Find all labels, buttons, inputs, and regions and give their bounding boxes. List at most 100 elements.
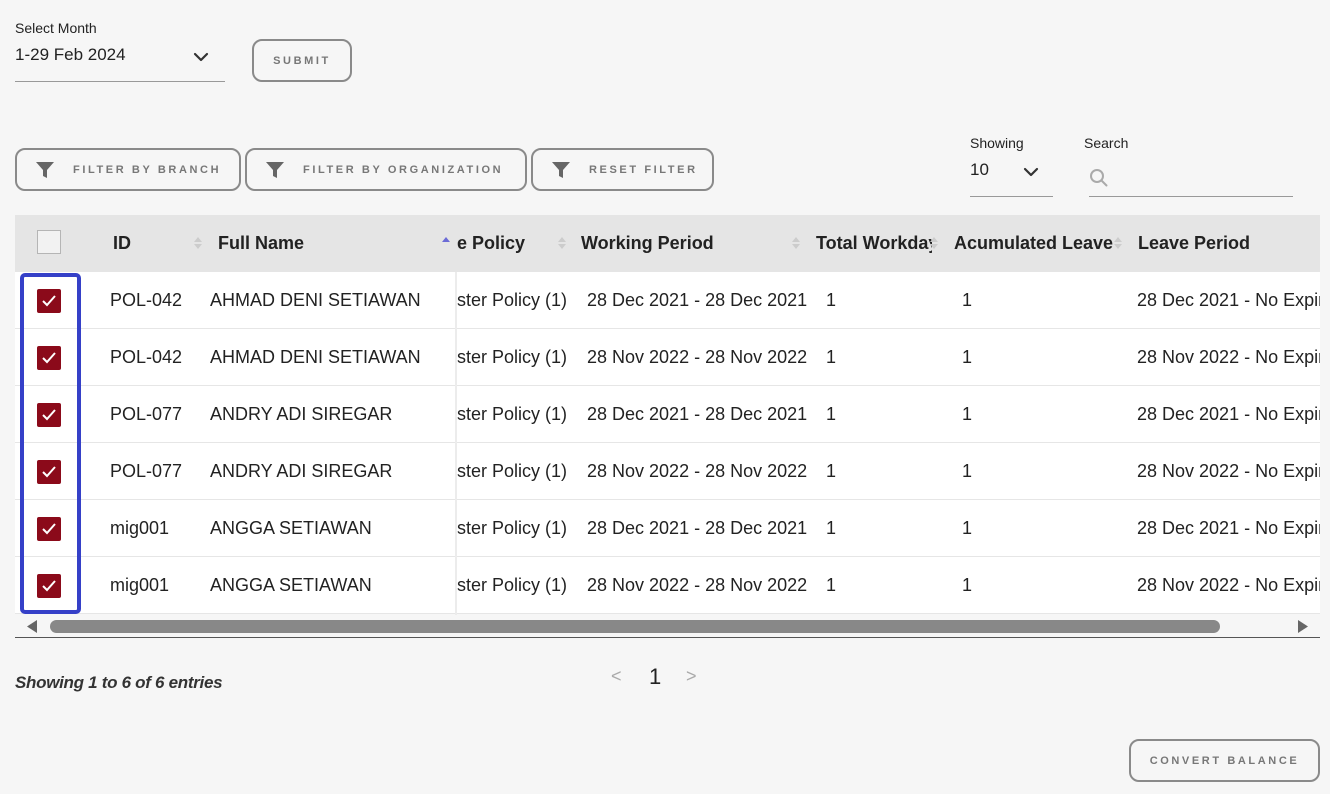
cell-leave-policy: ster Policy (1)	[457, 404, 568, 424]
chevron-down-icon	[193, 52, 209, 62]
sort-icon[interactable]	[193, 235, 203, 251]
search-label: Search	[1084, 135, 1129, 151]
select-month-label: Select Month	[15, 20, 97, 36]
filter-by-organization-label: FILTER BY ORGANIZATION	[303, 163, 504, 176]
check-icon	[42, 295, 56, 307]
cell-leave-policy: ster Policy (1)	[457, 518, 568, 538]
cell-full-name: AHMAD DENI SETIAWAN	[210, 347, 421, 367]
filter-icon	[36, 161, 54, 178]
filter-by-branch-label: FILTER BY BRANCH	[73, 163, 222, 176]
cell-full-name: AHMAD DENI SETIAWAN	[210, 290, 421, 310]
check-icon	[42, 523, 56, 535]
cell-accumulated-leave: 1	[962, 290, 973, 310]
chevron-down-icon	[1023, 167, 1039, 177]
cell-full-name: ANGGA SETIAWAN	[210, 575, 372, 595]
select-all-checkbox[interactable]	[37, 230, 61, 254]
cell-leave-period: 28 Dec 2021 - No Expir	[1137, 290, 1320, 310]
cell-full-name: ANGGA SETIAWAN	[210, 518, 372, 538]
cell-id: POL-077	[110, 461, 183, 481]
cell-total-workday: 1	[826, 461, 837, 481]
horizontal-scrollbar[interactable]	[15, 615, 1320, 638]
table-row[interactable]: POL-042 AHMAD DENI SETIAWAN ster Policy …	[15, 272, 1320, 329]
col-header-leave-policy[interactable]: e Policy	[457, 215, 557, 272]
table-row[interactable]: POL-077 ANDRY ADI SIREGAR ster Policy (1…	[15, 386, 1320, 443]
cell-leave-policy: ster Policy (1)	[457, 290, 568, 310]
cell-id: POL-042	[110, 347, 183, 367]
row-checkbox-checked[interactable]	[37, 517, 61, 541]
sort-icon[interactable]	[929, 235, 939, 251]
filter-icon	[552, 161, 570, 178]
cell-accumulated-leave: 1	[962, 461, 973, 481]
row-checkbox-checked[interactable]	[37, 574, 61, 598]
frozen-column-divider	[455, 272, 457, 615]
row-checkbox-checked[interactable]	[37, 403, 61, 427]
pagination-next[interactable]: >	[686, 666, 697, 687]
sort-ascending-icon[interactable]	[441, 235, 451, 251]
cell-accumulated-leave: 1	[962, 404, 973, 424]
check-icon	[42, 352, 56, 364]
table-row[interactable]: mig001 ANGGA SETIAWAN ster Policy (1) 28…	[15, 557, 1320, 614]
search-input[interactable]	[1115, 169, 1285, 187]
table-header: ID Full Name e Policy Working Period Tot…	[15, 215, 1320, 272]
month-select[interactable]: 1-29 Feb 2024	[15, 42, 225, 82]
row-checkbox-checked[interactable]	[37, 289, 61, 313]
month-select-value: 1-29 Feb 2024	[15, 45, 126, 64]
cell-total-workday: 1	[826, 290, 837, 310]
reset-filter-label: RESET FILTER	[589, 163, 698, 176]
pagination-page-1[interactable]: 1	[649, 664, 661, 690]
page-size-value: 10	[970, 160, 989, 179]
col-header-id[interactable]: ID	[113, 215, 131, 272]
scroll-right-arrow-icon[interactable]	[1298, 620, 1308, 633]
table-row[interactable]: POL-077 ANDRY ADI SIREGAR ster Policy (1…	[15, 443, 1320, 500]
check-icon	[42, 466, 56, 478]
cell-working-period: 28 Nov 2022 - 28 Nov 2022	[587, 347, 808, 367]
table-row[interactable]: POL-042 AHMAD DENI SETIAWAN ster Policy …	[15, 329, 1320, 386]
cell-id: mig001	[110, 575, 170, 595]
scrollbar-thumb[interactable]	[50, 620, 1220, 633]
cell-working-period: 28 Nov 2022 - 28 Nov 2022	[587, 461, 808, 481]
table-row[interactable]: mig001 ANGGA SETIAWAN ster Policy (1) 28…	[15, 500, 1320, 557]
col-header-full-name[interactable]: Full Name	[218, 215, 304, 272]
entries-summary: Showing 1 to 6 of 6 entries	[15, 673, 223, 692]
reset-filter-button[interactable]: RESET FILTER	[531, 148, 714, 191]
cell-leave-policy: ster Policy (1)	[457, 347, 568, 367]
check-icon	[42, 409, 56, 421]
col-header-leave-period[interactable]: Leave Period	[1138, 215, 1250, 272]
cell-total-workday: 1	[826, 404, 837, 424]
cell-working-period: 28 Dec 2021 - 28 Dec 2021	[587, 404, 808, 424]
col-header-total-workday[interactable]: Total Workday	[816, 215, 932, 272]
scroll-left-arrow-icon[interactable]	[27, 620, 37, 633]
cell-leave-policy: ster Policy (1)	[457, 461, 568, 481]
col-header-accumulated-leave[interactable]: Acumulated Leave	[954, 215, 1113, 272]
cell-full-name: ANDRY ADI SIREGAR	[210, 461, 393, 481]
sort-icon[interactable]	[557, 235, 567, 251]
search-field	[1089, 160, 1293, 197]
page-size-select[interactable]: 10	[970, 155, 1053, 197]
submit-button[interactable]: SUBMIT	[252, 39, 352, 82]
check-icon	[42, 580, 56, 592]
cell-leave-period: 28 Dec 2021 - No Expir	[1137, 518, 1320, 538]
cell-working-period: 28 Dec 2021 - 28 Dec 2021	[587, 290, 808, 310]
cell-accumulated-leave: 1	[962, 518, 973, 538]
cell-leave-period: 28 Nov 2022 - No Expir	[1137, 575, 1320, 595]
row-checkbox-checked[interactable]	[37, 346, 61, 370]
row-checkbox-checked[interactable]	[37, 460, 61, 484]
cell-total-workday: 1	[826, 347, 837, 367]
cell-working-period: 28 Dec 2021 - 28 Dec 2021	[587, 518, 808, 538]
filter-by-branch-button[interactable]: FILTER BY BRANCH	[15, 148, 241, 191]
pagination-prev[interactable]: <	[611, 666, 622, 687]
cell-full-name: ANDRY ADI SIREGAR	[210, 404, 393, 424]
showing-label: Showing	[970, 135, 1024, 151]
cell-id: POL-077	[110, 404, 183, 424]
convert-balance-button[interactable]: CONVERT BALANCE	[1129, 739, 1320, 782]
filter-by-organization-button[interactable]: FILTER BY ORGANIZATION	[245, 148, 527, 191]
cell-accumulated-leave: 1	[962, 575, 973, 595]
cell-leave-period: 28 Nov 2022 - No Expir	[1137, 347, 1320, 367]
cell-total-workday: 1	[826, 518, 837, 538]
cell-id: mig001	[110, 518, 170, 538]
sort-icon[interactable]	[791, 235, 801, 251]
col-header-working-period[interactable]: Working Period	[581, 215, 714, 272]
cell-total-workday: 1	[826, 575, 837, 595]
sort-icon[interactable]	[1113, 235, 1123, 251]
cell-accumulated-leave: 1	[962, 347, 973, 367]
